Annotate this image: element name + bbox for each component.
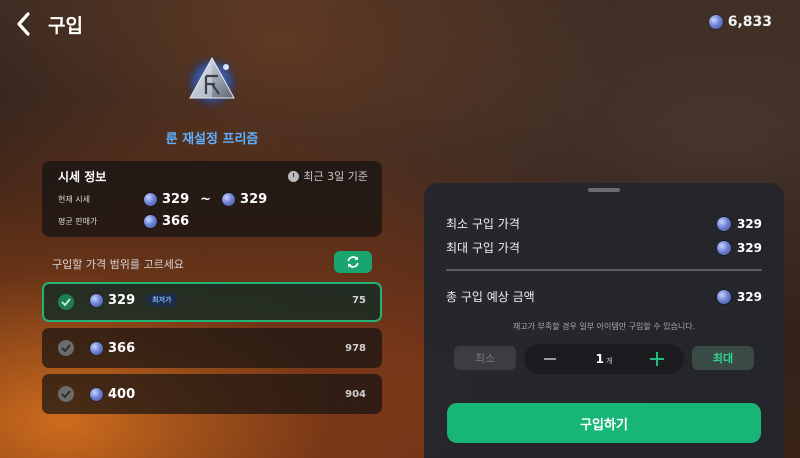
check-icon (58, 294, 74, 310)
blue-coin-icon (716, 216, 731, 231)
refresh-button[interactable] (334, 251, 372, 273)
option-price: 366 (90, 328, 135, 368)
currency-amount: 6,833 (727, 14, 772, 30)
option-price-value: 329 (108, 292, 136, 308)
avg-price-value-group: 366 (144, 214, 189, 229)
current-price-max: 329 (240, 192, 268, 207)
rune-prism-icon (184, 54, 240, 110)
price-option-2[interactable]: 366 978 (42, 328, 382, 368)
option-price-value: 400 (108, 386, 136, 402)
option-quantity: 978 (345, 342, 366, 354)
blue-coin-icon (144, 215, 157, 228)
market-info-card: 시세 정보 최근 3일 기준 현재 시세 329 ~ 329 평균 판매가 36… (42, 161, 382, 237)
max-price-row: 최대 구입 가격 329 (446, 239, 762, 256)
range-separator: ~ (200, 192, 212, 207)
total-price-value: 329 (736, 289, 762, 304)
option-price: 400 (90, 374, 135, 414)
price-option-3[interactable]: 400 904 (42, 374, 382, 414)
total-price-row: 총 구입 예상 금액 329 (446, 288, 762, 305)
panel-drag-handle[interactable] (588, 188, 620, 192)
clock-icon (288, 170, 300, 182)
blue-coin-icon (90, 341, 103, 355)
max-quantity-button[interactable]: 최대 (692, 346, 754, 370)
price-range-label: 구입할 가격 범위를 고르세요 (52, 258, 184, 271)
max-price-label: 최대 구입 가격 (446, 241, 520, 255)
currency-balance: 6,833 (708, 14, 772, 30)
option-quantity: 904 (345, 388, 366, 400)
stock-notice: 재고가 부족할 경우 일부 아이템만 구입할 수 있습니다. (512, 322, 696, 331)
price-option-1[interactable]: 329 최저가 75 (42, 282, 382, 322)
blue-coin-icon (716, 240, 731, 255)
quantity-value: 1 (595, 352, 604, 366)
total-price-label: 총 구입 예상 금액 (446, 290, 535, 304)
quantity-stepper: 1개 (524, 344, 684, 374)
current-price-min: 329 (162, 192, 190, 207)
market-info-title: 시세 정보 (58, 170, 107, 184)
refresh-icon (347, 256, 359, 268)
option-price-value: 366 (108, 340, 136, 356)
divider (446, 269, 762, 271)
max-price-value-group: 329 (716, 240, 762, 255)
blue-coin-icon (144, 193, 157, 206)
min-price-value-group: 329 (716, 216, 762, 231)
check-icon (58, 340, 74, 356)
blue-coin-icon (90, 387, 103, 401)
total-price-value-group: 329 (716, 289, 762, 304)
chevron-left-icon (17, 12, 30, 36)
avg-price-row: 평균 판매가 366 (58, 214, 189, 229)
purchase-panel: 최소 구입 가격 329 최대 구입 가격 329 총 구입 예상 금액 329… (424, 183, 784, 458)
option-price: 329 최저가 (90, 282, 178, 318)
avg-price-value: 366 (162, 214, 190, 229)
min-price-label: 최소 구입 가격 (446, 217, 520, 231)
lowest-price-badge: 최저가 (146, 293, 178, 307)
min-quantity-button[interactable]: 최소 (454, 346, 516, 370)
top-bar: 구입 6,833 (0, 0, 800, 48)
check-icon (58, 386, 74, 402)
max-price-value: 329 (736, 240, 762, 255)
item-name: 룬 재설정 프리즘 (165, 132, 259, 147)
current-price-range: 329 ~ 329 (144, 192, 267, 207)
blue-coin-icon (716, 289, 731, 304)
current-price-label: 현재 시세 (58, 195, 90, 204)
market-basis-text: 최근 3일 기준 (303, 170, 368, 183)
quantity-unit: 개 (605, 357, 613, 365)
blue-coin-icon (90, 293, 103, 307)
min-price-value: 329 (736, 216, 762, 231)
back-button[interactable] (12, 10, 36, 38)
blue-coin-icon (708, 15, 723, 29)
min-price-row: 최소 구입 가격 329 (446, 215, 762, 232)
blue-coin-icon (222, 193, 236, 206)
buy-button[interactable]: 구입하기 (447, 403, 761, 443)
option-quantity: 75 (352, 294, 366, 306)
page-title: 구입 (48, 15, 83, 37)
plus-icon[interactable] (650, 352, 664, 366)
avg-price-label: 평균 판매가 (58, 217, 98, 226)
current-price-row: 현재 시세 329 ~ 329 (58, 192, 267, 207)
market-basis: 최근 3일 기준 (288, 168, 368, 184)
